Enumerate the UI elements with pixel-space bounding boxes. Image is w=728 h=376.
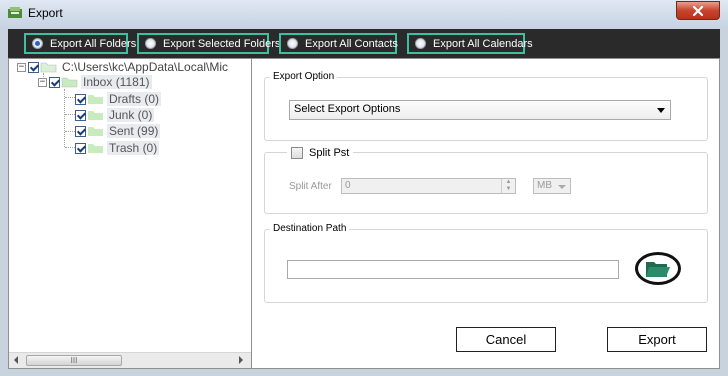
radio-label: Export Selected Folders (163, 37, 281, 50)
tree-node-sent[interactable]: Sent (99) (75, 123, 161, 139)
split-group: Split Pst Split After 0 ▲ ▼ MB (264, 147, 708, 214)
open-folder-icon (646, 261, 670, 277)
split-after-label: Split After (289, 181, 332, 192)
export-mode-bar: Export All Folders Export Selected Folde… (8, 29, 720, 58)
title-bar: Export (0, 0, 728, 28)
folder-icon (61, 77, 78, 88)
folder-label: Junk (0) (107, 108, 155, 122)
inbox-label: Inbox (1181) (81, 75, 152, 89)
collapse-toggle[interactable]: − (17, 62, 26, 72)
close-button[interactable] (676, 1, 720, 20)
folder-icon (88, 144, 103, 153)
folder-checkbox[interactable] (75, 93, 86, 105)
radio-indicator (145, 38, 156, 49)
split-pst-label: Split Pst (309, 147, 350, 159)
folder-checkbox[interactable] (75, 109, 86, 121)
radio-indicator (415, 38, 426, 49)
folder-label: Sent (99) (107, 124, 161, 138)
radio-indicator (32, 38, 43, 49)
tree-connector (65, 114, 75, 115)
scroll-right-icon[interactable] (239, 356, 243, 364)
tree-connector (65, 131, 75, 132)
cancel-button[interactable]: Cancel (456, 327, 556, 352)
stepper-up-icon[interactable]: ▲ (502, 179, 515, 186)
radio-export-all-contacts[interactable]: Export All Contacts (279, 33, 398, 54)
checkbox-box[interactable] (291, 147, 303, 159)
radio-export-selected-folders[interactable]: Export Selected Folders (137, 33, 280, 54)
tree-node-root[interactable]: − C:\Users\kc\AppData\Local\Mic (17, 59, 230, 75)
window-title: Export (28, 6, 63, 20)
radio-label: Export All Folders (50, 37, 137, 50)
tree-node-inbox[interactable]: − Inbox (1181) (38, 74, 152, 90)
close-icon (692, 5, 704, 16)
radio-label: Export All Calendars (433, 37, 533, 50)
scroll-left-icon[interactable] (14, 356, 18, 364)
folder-label: Drafts (0) (107, 92, 162, 106)
folder-icon (40, 62, 57, 73)
split-size-value: 0 (345, 180, 351, 191)
destination-title: Destination Path (270, 223, 350, 234)
browse-folder-button[interactable] (635, 252, 681, 285)
export-app-icon (8, 7, 22, 18)
split-unit-select[interactable]: MB (533, 178, 571, 194)
folder-icon (88, 127, 103, 136)
export-option-value: Select Export Options (294, 103, 401, 115)
tree-connector (65, 147, 75, 148)
folder-checkbox[interactable] (75, 125, 86, 137)
collapse-toggle[interactable]: − (38, 77, 47, 87)
chevron-down-icon (558, 185, 566, 189)
tree-connector (65, 97, 75, 98)
radio-export-all-calendars[interactable]: Export All Calendars (407, 33, 533, 54)
folder-icon (88, 95, 103, 104)
export-button[interactable]: Export (607, 327, 707, 352)
root-path-label: C:\Users\kc\AppData\Local\Mic (62, 60, 229, 74)
chevron-down-icon (657, 108, 665, 113)
destination-path-input[interactable] (287, 260, 619, 279)
folder-icon (88, 111, 103, 120)
split-pst-checkbox[interactable]: Split Pst (287, 147, 354, 159)
tree-node-junk[interactable]: Junk (0) (75, 107, 155, 123)
scroll-thumb[interactable]: III (26, 355, 122, 366)
destination-group: Destination Path (264, 223, 708, 303)
folder-label: Trash (0) (107, 141, 160, 155)
root-checkbox[interactable] (28, 61, 39, 73)
radio-label: Export All Contacts (305, 37, 398, 50)
tree-node-drafts[interactable]: Drafts (0) (75, 91, 162, 107)
horizontal-scrollbar[interactable]: III (9, 352, 251, 368)
tree-node-trash[interactable]: Trash (0) (75, 140, 160, 156)
split-unit-value: MB (537, 180, 552, 191)
folder-tree: − C:\Users\kc\AppData\Local\Mic − Inbox … (8, 58, 252, 369)
inbox-checkbox[interactable] (49, 76, 60, 88)
stepper-down-icon[interactable]: ▼ (502, 186, 515, 193)
options-panel: Export Option Select Export Options Spli… (252, 58, 720, 369)
export-option-group: Export Option Select Export Options (264, 71, 708, 141)
export-option-title: Export Option (270, 71, 338, 82)
radio-export-all-folders[interactable]: Export All Folders (24, 33, 136, 54)
split-size-stepper[interactable]: 0 ▲ ▼ (341, 178, 516, 194)
export-option-select[interactable]: Select Export Options (289, 100, 671, 120)
radio-indicator (287, 38, 298, 49)
stepper-buttons[interactable]: ▲ ▼ (501, 179, 515, 193)
folder-checkbox[interactable] (75, 142, 86, 154)
